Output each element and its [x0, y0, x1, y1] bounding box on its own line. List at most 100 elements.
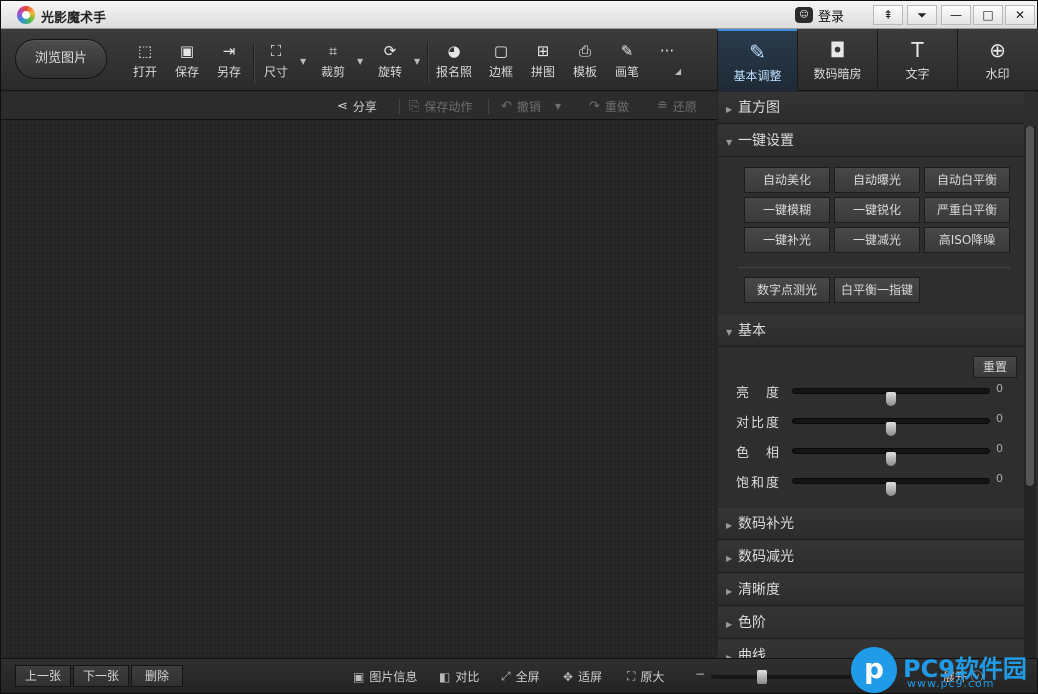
hue-value: 0 — [996, 442, 1003, 455]
brightness-slider-thumb[interactable] — [886, 392, 896, 406]
id-photo-button[interactable]: ◕ 报名照 — [432, 41, 476, 85]
crop-button[interactable]: ⌗ 裁剪 — [313, 41, 353, 85]
tab-basic-adjust[interactable]: ✎ 基本调整 — [717, 29, 797, 91]
original-size-icon: ⛶ — [627, 669, 636, 683]
panel-scrollbar[interactable] — [1024, 126, 1036, 658]
chevron-right-icon: ▶ — [726, 521, 733, 530]
saturation-slider-row: 饱和度 0 — [736, 470, 1026, 496]
template-button[interactable]: ⎙ 模板 — [565, 41, 605, 85]
undo-button[interactable]: ↶ 撤销 ▼ — [501, 98, 561, 115]
brush-button[interactable]: ✎ 画笔 — [607, 41, 647, 85]
previous-image-button[interactable]: 上一张 — [15, 665, 71, 687]
image-info-button[interactable]: ▣ 图片信息 — [353, 668, 417, 685]
zoom-slider-thumb[interactable] — [757, 670, 767, 684]
digital-spot-metering-button[interactable]: 数字点测光 — [744, 277, 830, 303]
tab-text[interactable]: T 文字 — [877, 29, 957, 91]
fit-screen-button[interactable]: ✥ 适屏 — [563, 668, 602, 685]
section-basic[interactable]: ▼ 基本 — [718, 315, 1024, 347]
save-action-button[interactable]: ⎘ 保存动作 — [409, 98, 472, 115]
original-size-button[interactable]: ⛶ 原大 — [627, 668, 664, 685]
section-label: 清晰度 — [738, 582, 780, 598]
expand-toolbar-arrow-icon[interactable]: ◢ — [675, 67, 681, 76]
app-window: 光影魔术手 ☺ 登录 ⇞ ⏷ — □ ✕ 浏览图片 ⬚ 打开 ▣ 保存 ⇥ 另存… — [0, 0, 1038, 694]
delete-button[interactable]: 删除 — [131, 665, 183, 687]
redo-button[interactable]: ↷ 重做 — [589, 98, 629, 115]
login-button[interactable]: ☺ 登录 — [795, 5, 844, 25]
section-one-click[interactable]: ▼ 一键设置 — [718, 125, 1024, 157]
white-balance-picker-button[interactable]: 白平衡一指键 — [834, 277, 920, 303]
compare-icon: ◧ — [439, 669, 451, 684]
image-canvas[interactable] — [3, 121, 716, 657]
chevron-right-icon: ▶ — [726, 620, 733, 629]
undo-dropdown-arrow-icon[interactable]: ▼ — [555, 102, 561, 111]
minimize-button[interactable]: — — [941, 5, 971, 25]
size-button[interactable]: ⛶ 尺寸 — [256, 41, 296, 85]
skin-button[interactable]: ⇞ — [873, 5, 903, 25]
fit-screen-label: 适屏 — [578, 670, 603, 684]
fullscreen-label: 全屏 — [515, 670, 540, 684]
auto-white-balance-button[interactable]: 自动白平衡 — [924, 167, 1010, 193]
menu-button[interactable]: ⏷ — [907, 5, 937, 25]
next-image-button[interactable]: 下一张 — [73, 665, 129, 687]
crop-dropdown-arrow-icon[interactable]: ▼ — [357, 57, 363, 66]
resize-icon: ⛶ — [270, 42, 282, 60]
one-click-sharpen-button[interactable]: 一键锐化 — [834, 197, 920, 223]
section-digital-fill-light[interactable]: ▶ 数码补光 — [718, 508, 1024, 540]
reset-button[interactable]: 重置 — [973, 356, 1017, 378]
contrast-slider-thumb[interactable] — [886, 422, 896, 436]
auto-beautify-button[interactable]: 自动美化 — [744, 167, 830, 193]
brightness-slider-track[interactable] — [792, 388, 990, 406]
hue-label: 色 相 — [736, 446, 782, 461]
watermark-url: www.pc9.com — [907, 677, 995, 690]
contrast-slider-row: 对比度 0 — [736, 410, 1026, 436]
browse-images-button[interactable]: 浏览图片 — [15, 39, 107, 79]
section-levels[interactable]: ▶ 色阶 — [718, 607, 1024, 639]
hue-slider-track[interactable] — [792, 448, 990, 466]
maximize-button[interactable]: □ — [973, 5, 1003, 25]
panel-scrollbar-thumb[interactable] — [1026, 126, 1034, 486]
rotate-dropdown-arrow-icon[interactable]: ▼ — [414, 57, 420, 66]
hue-slider-thumb[interactable] — [886, 452, 896, 466]
save-as-button[interactable]: ⇥ 另存 — [209, 41, 249, 85]
section-label: 数码补光 — [738, 516, 794, 532]
one-click-reduce-light-button[interactable]: 一键减光 — [834, 227, 920, 253]
share-button[interactable]: ⋖ 分享 — [337, 98, 377, 115]
restore-icon: ≘ — [657, 99, 668, 114]
tab-watermark[interactable]: ⊕ 水印 — [957, 29, 1037, 91]
zoom-slider-track[interactable] — [711, 670, 851, 684]
section-histogram[interactable]: ▶ 直方图 — [718, 92, 1024, 124]
tab-digital-darkroom[interactable]: ◘ 数码暗房 — [797, 29, 877, 91]
chevron-down-icon: ▼ — [726, 138, 733, 147]
brightness-slider-row: 亮 度 0 — [736, 380, 1026, 406]
close-button[interactable]: ✕ — [1005, 5, 1035, 25]
auto-exposure-button[interactable]: 自动曝光 — [834, 167, 920, 193]
main-toolbar: 浏览图片 ⬚ 打开 ▣ 保存 ⇥ 另存 ⛶ 尺寸 ▼ ⌗ 裁剪 ▼ ⟳ 旋转 ▼ — [1, 29, 717, 91]
template-icon: ⎙ — [578, 42, 591, 60]
rotate-label: 旋转 — [377, 65, 402, 79]
compare-button[interactable]: ◧ 对比 — [439, 668, 479, 685]
border-button[interactable]: ▢ 边框 — [481, 41, 521, 85]
one-click-fill-light-button[interactable]: 一键补光 — [744, 227, 830, 253]
restore-button[interactable]: ≘ 还原 — [657, 98, 697, 115]
save-button[interactable]: ▣ 保存 — [167, 41, 207, 85]
rotate-button[interactable]: ⟳ 旋转 — [370, 41, 410, 85]
adjust-panel: ▶ 直方图 ▼ 一键设置 自动美化 自动曝光 自动白平衡 一键模糊 一键锐化 严重白… — [718, 92, 1038, 658]
collage-button[interactable]: ⊞ 拼图 — [523, 41, 563, 85]
more-tools-button[interactable]: ··· — [647, 41, 687, 85]
severe-white-balance-button[interactable]: 严重白平衡 — [924, 197, 1010, 223]
save-action-label: 保存动作 — [424, 100, 473, 114]
saturation-slider-thumb[interactable] — [886, 482, 896, 496]
fullscreen-button[interactable]: ⤢ 全屏 — [501, 668, 540, 685]
high-iso-denoise-button[interactable]: 高ISO降噪 — [924, 227, 1010, 253]
section-basic-label: 基本 — [738, 323, 766, 339]
section-one-click-label: 一键设置 — [738, 133, 794, 149]
section-digital-reduce-light[interactable]: ▶ 数码减光 — [718, 541, 1024, 573]
section-clarity[interactable]: ▶ 清晰度 — [718, 574, 1024, 606]
contrast-slider-track[interactable] — [792, 418, 990, 436]
title-bar: 光影魔术手 ☺ 登录 ⇞ ⏷ — □ ✕ — [1, 1, 1037, 29]
size-dropdown-arrow-icon[interactable]: ▼ — [300, 57, 306, 66]
one-click-blur-button[interactable]: 一键模糊 — [744, 197, 830, 223]
zoom-out-icon[interactable]: − — [695, 667, 705, 681]
saturation-slider-track[interactable] — [792, 478, 990, 496]
open-button[interactable]: ⬚ 打开 — [125, 41, 165, 85]
